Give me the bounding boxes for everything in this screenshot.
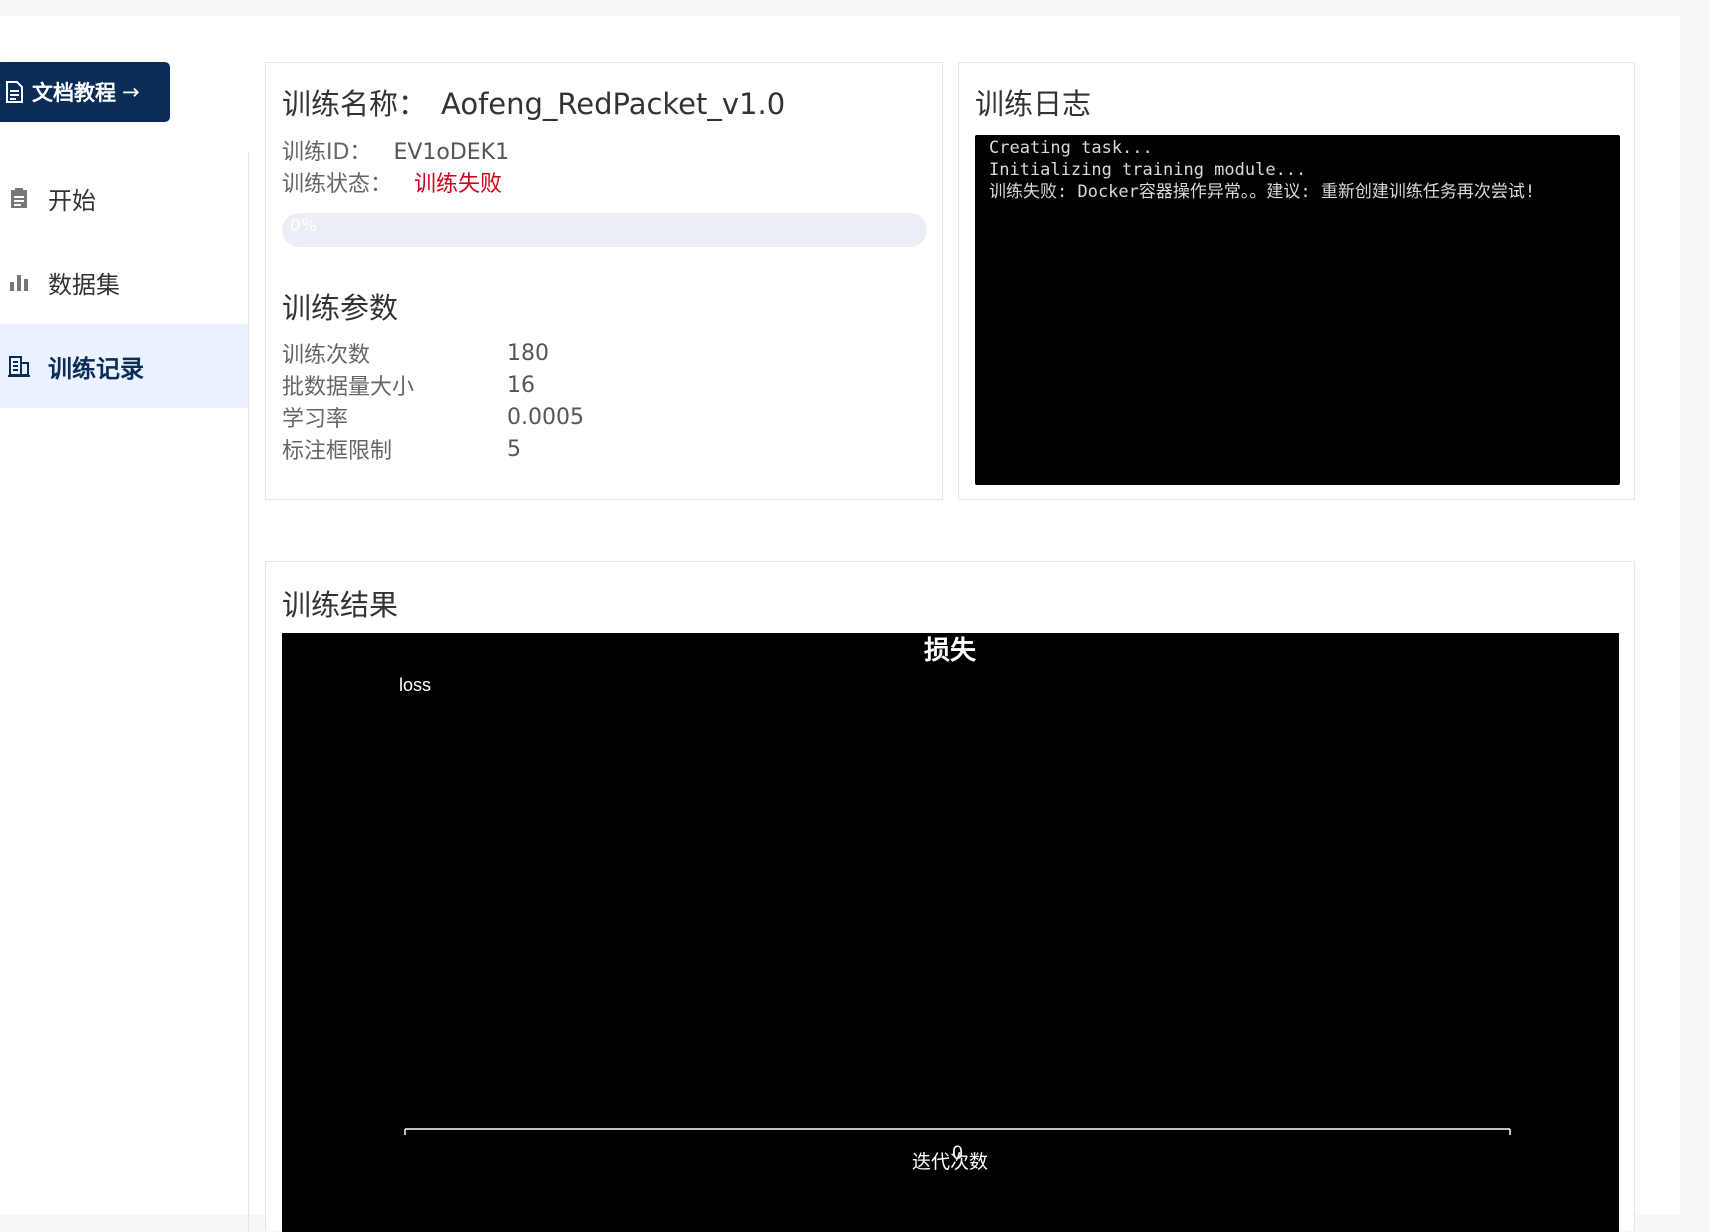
x-axis-label: 迭代次数 xyxy=(912,1151,988,1173)
log-title: 训练日志 xyxy=(975,87,1092,121)
progress-text: 0% xyxy=(290,216,317,236)
sidebar-item-label: 开始 xyxy=(48,186,96,215)
training-log-card: 训练日志 Creating task... Initializing traini… xyxy=(958,62,1635,500)
page: 文档教程 → 开始 数据集 训练记录 训练名称： Aofeng_RedPacke… xyxy=(0,16,1680,1232)
training-status-label: 训练状态： xyxy=(282,172,393,197)
params-row: 标注框限制 5 xyxy=(282,433,584,465)
param-key: 训练次数 xyxy=(282,343,371,368)
training-id-row: 训练ID： EV1oDEK1 xyxy=(282,137,509,169)
sidebar-divider xyxy=(248,152,249,1231)
sidebar-item-label: 训练记录 xyxy=(48,354,144,383)
sidebar-item-training-records[interactable]: 训练记录 xyxy=(0,324,248,408)
loss-chart: 损失 loss 迭代次数 0 xyxy=(282,633,1619,1232)
document-icon xyxy=(4,81,26,103)
params-row: 批数据量大小 16 xyxy=(282,369,584,401)
clipboard-icon xyxy=(8,187,30,209)
training-result-card: 训练结果 损失 loss 迭代次数 0 xyxy=(265,561,1635,1232)
param-value: 5 xyxy=(507,436,521,462)
training-name-value: Aofeng_RedPacket_v1.0 xyxy=(441,87,786,121)
training-progress-bar: 0% xyxy=(282,213,927,247)
sidebar-nav: 开始 数据集 训练记录 xyxy=(0,156,248,408)
training-status-value: 训练失败 xyxy=(414,172,503,197)
training-id-label: 训练ID： xyxy=(282,140,372,165)
arrow-right-icon: → xyxy=(122,80,140,104)
chart-title: 损失 xyxy=(924,635,977,665)
param-value: 180 xyxy=(507,340,549,366)
param-key: 标注框限制 xyxy=(282,439,393,464)
docs-tutorial-button[interactable]: 文档教程 → xyxy=(0,62,170,122)
legend-series-name: loss xyxy=(399,675,431,695)
sidebar-item-start[interactable]: 开始 xyxy=(0,156,248,240)
training-meta: 训练ID： EV1oDEK1 训练状态： 训练失败 xyxy=(282,137,509,201)
training-name-heading: 训练名称： Aofeng_RedPacket_v1.0 xyxy=(282,81,785,123)
log-line: Creating task... xyxy=(989,138,1153,158)
loss-chart-svg: 损失 loss 迭代次数 0 xyxy=(399,635,1511,1173)
result-title: 训练结果 xyxy=(282,588,399,622)
log-line: 训练失败: Docker容器操作异常。。建议: 重新创建训练任务再次尝试! xyxy=(989,182,1536,202)
params-row: 训练次数 180 xyxy=(282,337,584,369)
training-name-label: 训练名称： xyxy=(282,87,428,121)
x-tick-label: 0 xyxy=(952,1143,963,1164)
sidebar-item-label: 数据集 xyxy=(48,270,120,299)
params-table: 训练次数 180 批数据量大小 16 学习率 0.0005 标注框限制 5 xyxy=(282,337,584,465)
param-value: 0.0005 xyxy=(507,404,584,430)
building-icon xyxy=(8,355,30,377)
log-line: Initializing training module... xyxy=(989,160,1307,180)
params-title: 训练参数 xyxy=(282,291,399,325)
docs-tutorial-label: 文档教程 xyxy=(32,81,116,105)
param-key: 批数据量大小 xyxy=(282,375,415,400)
bar-chart-icon xyxy=(8,271,30,293)
training-status-row: 训练状态： 训练失败 xyxy=(282,169,509,201)
param-value: 16 xyxy=(507,372,535,398)
training-info-card: 训练名称： Aofeng_RedPacket_v1.0 训练ID： EV1oDEK1… xyxy=(265,62,943,500)
param-key: 学习率 xyxy=(282,407,349,432)
log-terminal[interactable]: Creating task... Initializing training mo… xyxy=(975,135,1620,485)
training-id-value: EV1oDEK1 xyxy=(393,140,510,165)
sidebar-item-dataset[interactable]: 数据集 xyxy=(0,240,248,324)
params-row: 学习率 0.0005 xyxy=(282,401,584,433)
